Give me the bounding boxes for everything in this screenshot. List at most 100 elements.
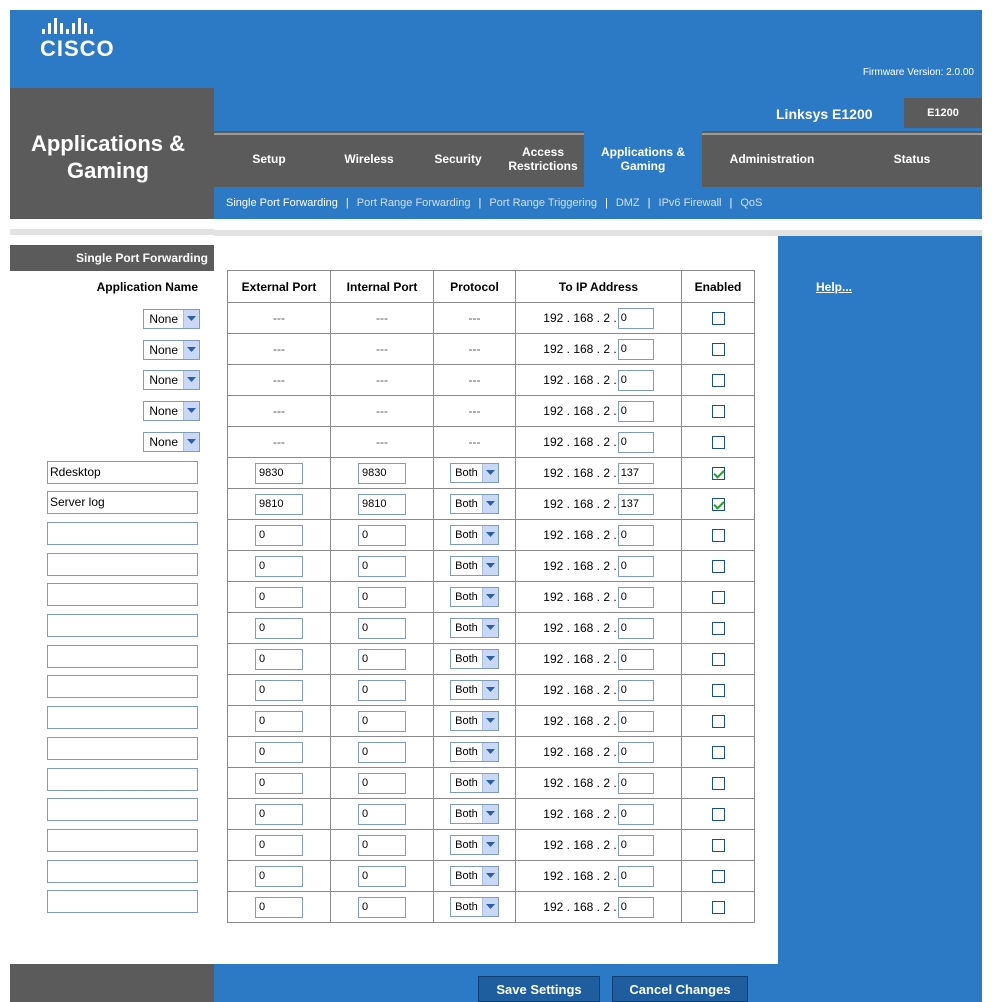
enabled-checkbox[interactable]	[711, 715, 725, 729]
subnav-port-range-triggering[interactable]: Port Range Triggering	[489, 197, 597, 209]
external-port-input[interactable]: 0	[255, 896, 303, 918]
application-name-input[interactable]	[47, 860, 198, 883]
chevron-down-icon[interactable]	[481, 743, 498, 761]
protocol-select[interactable]: Both	[450, 618, 499, 638]
chevron-down-icon[interactable]	[183, 309, 199, 328]
internal-port-input[interactable]: 9810	[358, 493, 406, 515]
chevron-down-icon[interactable]	[481, 712, 498, 730]
external-port-input[interactable]: 9830	[255, 462, 303, 484]
enabled-checkbox[interactable]	[711, 653, 725, 667]
enabled-checkbox[interactable]	[711, 498, 725, 512]
ip-last-octet-input[interactable]: 0	[617, 648, 654, 670]
external-port-input[interactable]: 0	[255, 617, 303, 639]
ip-last-octet-input[interactable]: 0	[617, 710, 654, 732]
protocol-select[interactable]: Both	[450, 711, 499, 731]
application-name-input[interactable]	[47, 890, 198, 913]
subnav-dmz[interactable]: DMZ	[616, 197, 640, 209]
tab-status[interactable]: Status	[842, 131, 982, 187]
external-port-input[interactable]: 9810	[255, 493, 303, 515]
protocol-select[interactable]: Both	[450, 587, 499, 607]
protocol-select[interactable]: Both	[450, 835, 499, 855]
protocol-select[interactable]: Both	[450, 556, 499, 576]
application-name-input[interactable]	[47, 675, 198, 698]
protocol-select[interactable]: Both	[450, 525, 499, 545]
subnav-ipv6-firewall[interactable]: IPv6 Firewall	[659, 197, 722, 209]
chevron-down-icon[interactable]	[481, 836, 498, 854]
tab-access-restrictions[interactable]: Access Restrictions	[502, 131, 584, 187]
application-select[interactable]: None	[143, 400, 200, 421]
application-name-input[interactable]	[47, 768, 198, 791]
protocol-select[interactable]: Both	[450, 773, 499, 793]
internal-port-input[interactable]: 9830	[358, 462, 406, 484]
external-port-input[interactable]: 0	[255, 803, 303, 825]
chevron-down-icon[interactable]	[481, 588, 498, 606]
ip-last-octet-input[interactable]: 0	[617, 586, 654, 608]
internal-port-input[interactable]: 0	[358, 865, 406, 887]
external-port-input[interactable]: 0	[255, 865, 303, 887]
chevron-down-icon[interactable]	[481, 650, 498, 668]
enabled-checkbox[interactable]	[711, 405, 725, 419]
tab-applications-gaming[interactable]: Applications & Gaming	[584, 131, 702, 187]
tab-administration[interactable]: Administration	[702, 131, 842, 187]
ip-last-octet-input[interactable]: 0	[617, 803, 654, 825]
application-name-input[interactable]: Server log	[47, 491, 198, 514]
ip-last-octet-input[interactable]: 0	[617, 617, 654, 639]
internal-port-input[interactable]: 0	[358, 679, 406, 701]
protocol-select[interactable]: Both	[450, 804, 499, 824]
application-select[interactable]: None	[143, 308, 200, 329]
enabled-checkbox[interactable]	[711, 901, 725, 915]
ip-last-octet-input[interactable]: 0	[617, 834, 654, 856]
ip-last-octet-input[interactable]: 0	[617, 741, 654, 763]
protocol-select[interactable]: Both	[450, 649, 499, 669]
internal-port-input[interactable]: 0	[358, 710, 406, 732]
application-name-input[interactable]	[47, 798, 198, 821]
chevron-down-icon[interactable]	[481, 774, 498, 792]
enabled-checkbox[interactable]	[711, 870, 725, 884]
external-port-input[interactable]: 0	[255, 648, 303, 670]
chevron-down-icon[interactable]	[481, 681, 498, 699]
chevron-down-icon[interactable]	[481, 805, 498, 823]
ip-last-octet-input[interactable]: 0	[617, 679, 654, 701]
external-port-input[interactable]: 0	[255, 524, 303, 546]
ip-last-octet-input[interactable]: 0	[617, 431, 654, 453]
ip-last-octet-input[interactable]: 0	[617, 865, 654, 887]
ip-last-octet-input[interactable]: 0	[617, 772, 654, 794]
enabled-checkbox[interactable]	[711, 808, 725, 822]
save-settings-button[interactable]: Save Settings	[478, 976, 600, 1002]
external-port-input[interactable]: 0	[255, 679, 303, 701]
enabled-checkbox[interactable]	[711, 560, 725, 574]
ip-last-octet-input[interactable]: 0	[617, 338, 654, 360]
protocol-select[interactable]: Both	[450, 742, 499, 762]
external-port-input[interactable]: 0	[255, 710, 303, 732]
ip-last-octet-input[interactable]: 0	[617, 896, 654, 918]
chevron-down-icon[interactable]	[481, 867, 498, 885]
application-select[interactable]: None	[143, 369, 200, 390]
ip-last-octet-input[interactable]: 0	[617, 555, 654, 577]
cancel-changes-button[interactable]: Cancel Changes	[612, 976, 748, 1002]
enabled-checkbox[interactable]	[711, 591, 725, 605]
external-port-input[interactable]: 0	[255, 741, 303, 763]
external-port-input[interactable]: 0	[255, 772, 303, 794]
external-port-input[interactable]: 0	[255, 586, 303, 608]
chevron-down-icon[interactable]	[481, 464, 498, 482]
subnav-port-range-forwarding[interactable]: Port Range Forwarding	[357, 197, 471, 209]
enabled-checkbox[interactable]	[711, 777, 725, 791]
enabled-checkbox[interactable]	[711, 622, 725, 636]
protocol-select[interactable]: Both	[450, 680, 499, 700]
application-name-input[interactable]: Rdesktop	[47, 461, 198, 484]
internal-port-input[interactable]: 0	[358, 896, 406, 918]
chevron-down-icon[interactable]	[481, 898, 498, 916]
chevron-down-icon[interactable]	[183, 340, 199, 359]
internal-port-input[interactable]: 0	[358, 803, 406, 825]
application-select[interactable]: None	[143, 431, 200, 452]
enabled-checkbox[interactable]	[711, 374, 725, 388]
chevron-down-icon[interactable]	[183, 432, 199, 451]
application-name-input[interactable]	[47, 829, 198, 852]
enabled-checkbox[interactable]	[711, 467, 725, 481]
chevron-down-icon[interactable]	[481, 619, 498, 637]
application-name-input[interactable]	[47, 706, 198, 729]
internal-port-input[interactable]: 0	[358, 524, 406, 546]
subnav-single-port-forwarding[interactable]: Single Port Forwarding	[226, 197, 338, 209]
ip-last-octet-input[interactable]: 0	[617, 400, 654, 422]
external-port-input[interactable]: 0	[255, 555, 303, 577]
